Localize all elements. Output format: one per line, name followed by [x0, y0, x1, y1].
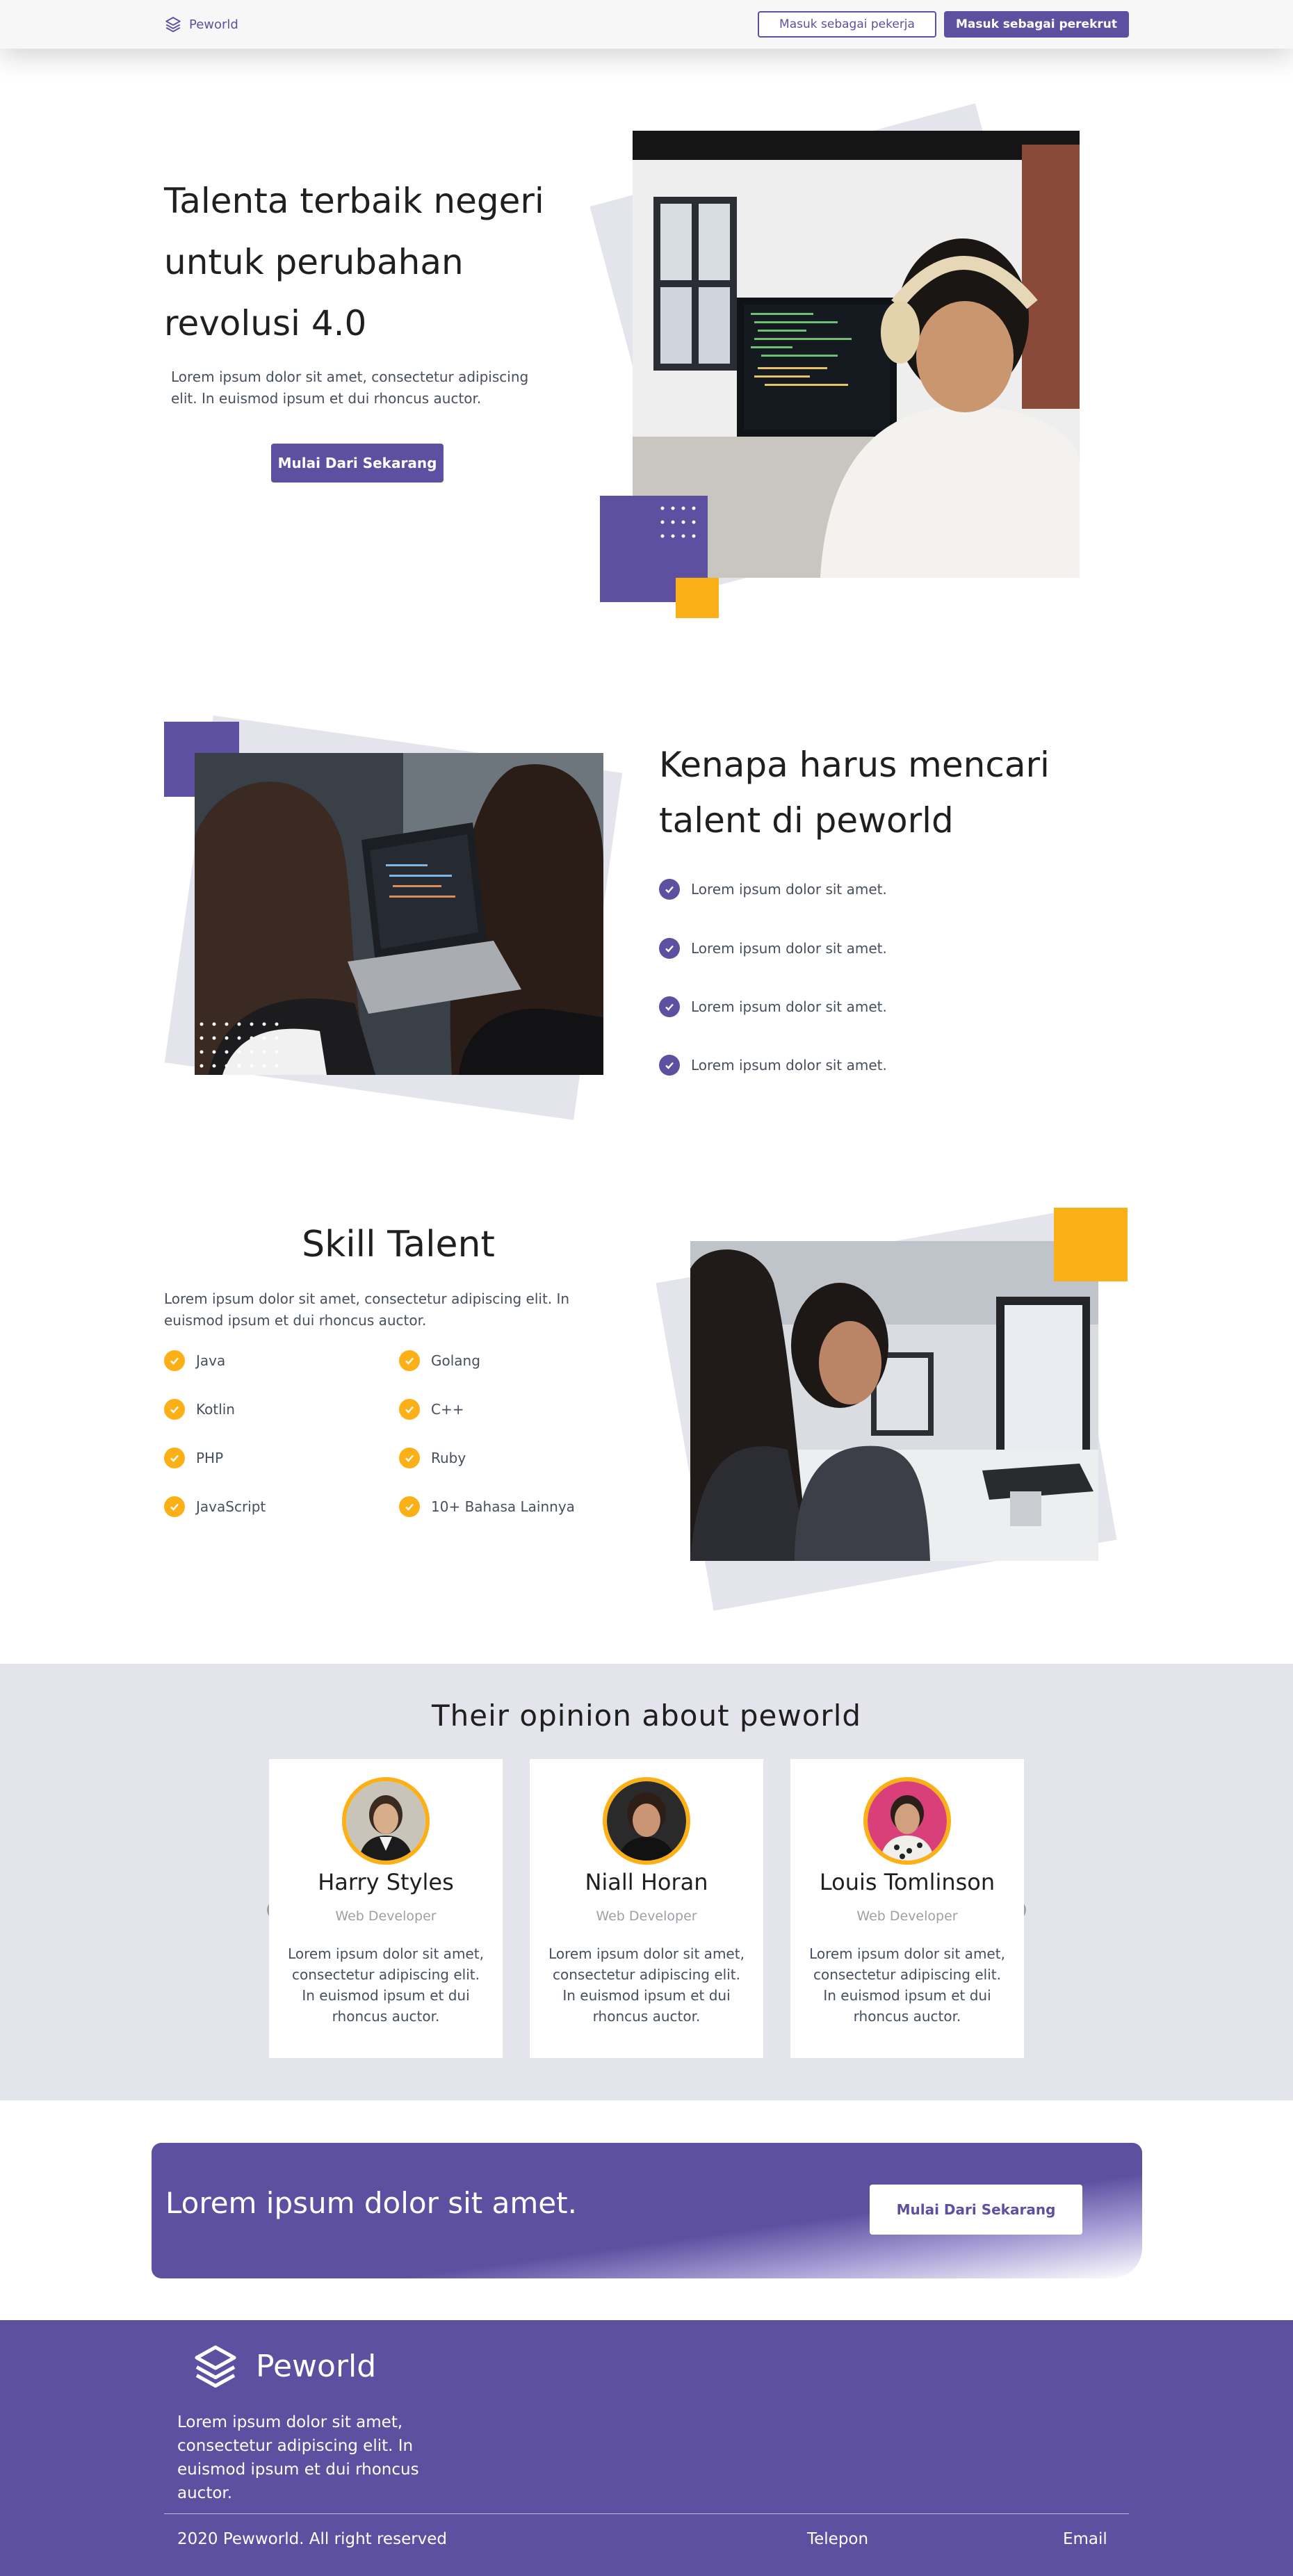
- hero-start-button[interactable]: Mulai Dari Sekarang: [271, 444, 444, 483]
- skill-item: C++: [399, 1399, 464, 1420]
- skill-label: Java: [196, 1352, 226, 1369]
- cta-text: Lorem ipsum dolor sit amet.: [165, 2186, 577, 2220]
- testimonial-text: Lorem ipsum dolor sit amet, consectetur …: [809, 1945, 1005, 2025]
- check-circle-icon: [659, 1055, 680, 1076]
- check-circle-icon: [164, 1350, 185, 1371]
- check-circle-icon: [164, 1448, 185, 1468]
- footer-logo[interactable]: Peworld: [190, 2341, 376, 2391]
- skills-photo: [690, 1241, 1098, 1561]
- check-circle-icon: [399, 1496, 420, 1517]
- testimonial-role: Web Developer: [856, 1909, 958, 1924]
- testimonial-text: Lorem ipsum dolor sit amet, consectetur …: [288, 1945, 484, 2025]
- skill-item: Ruby: [399, 1448, 466, 1468]
- skill-label: Kotlin: [196, 1401, 235, 1418]
- check-circle-icon: [164, 1399, 185, 1420]
- footer-copyright: 2020 Pewworld. All right reserved: [177, 2530, 448, 2548]
- testimonials-title: Their opinion about peworld: [431, 1699, 862, 1733]
- testimonial-text: Lorem ipsum dolor sit amet, consectetur …: [548, 1945, 745, 2025]
- footer-brand-name: Peworld: [256, 2348, 377, 2384]
- skills-title: Skill Talent: [302, 1224, 495, 1265]
- skill-item: PHP: [164, 1448, 223, 1468]
- hero-yellow-square: [676, 578, 719, 618]
- why-point-label: Lorem ipsum dolor sit amet.: [691, 1057, 887, 1074]
- testimonial-role: Web Developer: [335, 1909, 437, 1924]
- check-circle-icon: [164, 1496, 185, 1517]
- why-point-label: Lorem ipsum dolor sit amet.: [691, 881, 887, 898]
- skill-label: Ruby: [431, 1450, 466, 1466]
- skill-label: JavaScript: [196, 1498, 266, 1515]
- check-circle-icon: [659, 996, 680, 1017]
- why-point: Lorem ipsum dolor sit amet.: [659, 879, 887, 900]
- testimonial-role: Web Developer: [596, 1909, 697, 1924]
- testimonial-name: Louis Tomlinson: [819, 1869, 995, 1895]
- skill-item: JavaScript: [164, 1496, 266, 1517]
- skill-label: Golang: [431, 1352, 480, 1369]
- brand-logo[interactable]: Peworld: [164, 15, 238, 33]
- hero-description: Lorem ipsum dolor sit amet, consectetur …: [171, 368, 529, 407]
- footer-phone-link[interactable]: Telepon: [807, 2530, 868, 2548]
- login-recruiter-button[interactable]: Masuk sebagai perekrut: [944, 11, 1129, 38]
- hero-title: Talenta terbaik negeri untuk perubahan r…: [164, 181, 544, 343]
- why-point: Lorem ipsum dolor sit amet.: [659, 996, 887, 1017]
- skill-item: 10+ Bahasa Lainnya: [399, 1496, 575, 1517]
- footer-email-link[interactable]: Email: [1063, 2530, 1107, 2548]
- why-point-label: Lorem ipsum dolor sit amet.: [691, 998, 887, 1015]
- why-photo: [195, 753, 603, 1075]
- testimonial-card: Harry Styles Web Developer Lorem ipsum d…: [269, 1759, 503, 2058]
- check-circle-icon: [399, 1350, 420, 1371]
- why-point-label: Lorem ipsum dolor sit amet.: [691, 940, 887, 957]
- skills-yellow-square: [1054, 1208, 1128, 1281]
- skill-item: Golang: [399, 1350, 480, 1371]
- layers-logo-icon: [165, 17, 181, 33]
- brand-name: Peworld: [189, 17, 238, 32]
- cta-start-button[interactable]: Mulai Dari Sekarang: [870, 2185, 1082, 2235]
- skill-item: Java: [164, 1350, 225, 1371]
- check-circle-icon: [399, 1448, 420, 1468]
- testimonial-card: Niall Horan Web Developer Lorem ipsum do…: [530, 1759, 763, 2058]
- testimonial-name: Harry Styles: [318, 1869, 454, 1895]
- cta-banner: Lorem ipsum dolor sit amet. Mulai Dari S…: [152, 2143, 1142, 2278]
- layers-logo-icon: [195, 2345, 236, 2388]
- login-worker-button[interactable]: Masuk sebagai pekerja: [758, 11, 936, 38]
- skill-item: Kotlin: [164, 1399, 235, 1420]
- check-circle-icon: [659, 938, 680, 959]
- avatar: [603, 1777, 690, 1865]
- avatar: [342, 1777, 430, 1865]
- skill-label: PHP: [196, 1450, 224, 1466]
- why-point: Lorem ipsum dolor sit amet.: [659, 938, 887, 959]
- testimonial-card: Louis Tomlinson Web Developer Lorem ipsu…: [790, 1759, 1024, 2058]
- navbar: Peworld Masuk sebagai pekerja Masuk seba…: [0, 0, 1293, 49]
- skills-description: Lorem ipsum dolor sit amet, consectetur …: [164, 1290, 570, 1329]
- why-title: Kenapa harus mencari talent di peworld: [659, 745, 1050, 841]
- footer: Peworld Lorem ipsum dolor sit amet, cons…: [0, 2320, 1293, 2576]
- footer-description: Lorem ipsum dolor sit amet, consectetur …: [177, 2413, 419, 2502]
- footer-divider: [164, 2513, 1129, 2514]
- check-circle-icon: [399, 1399, 420, 1420]
- skill-label: C++: [431, 1401, 464, 1418]
- skill-label: 10+ Bahasa Lainnya: [431, 1498, 575, 1515]
- avatar: [863, 1777, 951, 1865]
- check-circle-icon: [659, 879, 680, 900]
- why-point: Lorem ipsum dolor sit amet.: [659, 1055, 887, 1076]
- testimonial-name: Niall Horan: [585, 1869, 708, 1895]
